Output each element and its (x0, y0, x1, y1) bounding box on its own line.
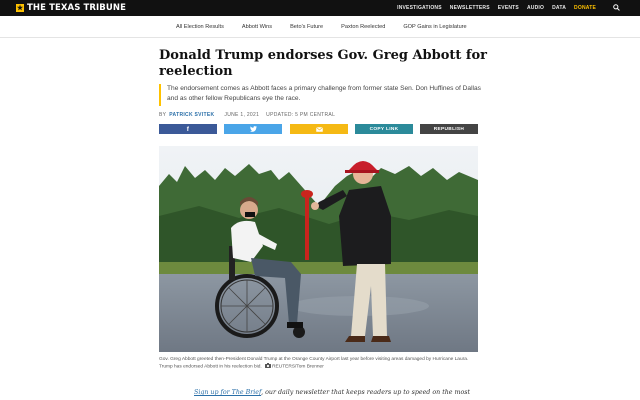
subnav-abbott-wins[interactable]: Abbott Wins (242, 24, 272, 30)
search-icon[interactable] (613, 4, 620, 11)
top-nav-links: INVESTIGATIONS NEWSLETTERS EVENTS AUDIO … (397, 0, 596, 16)
photo-credit: REUTERS/Tom Brenner (272, 364, 324, 370)
nav-audio[interactable]: AUDIO (527, 5, 544, 11)
newsletter-signup-link[interactable]: Sign up for The Brief (194, 389, 261, 396)
publish-date: JUNE 1, 2021 (224, 112, 260, 118)
republish-label: REPUBLISH (433, 126, 465, 132)
republish-button[interactable]: REPUBLISH (420, 124, 478, 134)
nav-investigations[interactable]: INVESTIGATIONS (397, 5, 442, 11)
site-logo[interactable]: ★ THE TEXAS TRIBUNE (16, 3, 126, 13)
email-share-button[interactable] (290, 124, 348, 134)
photo-caption: Gov. Greg Abbott greeted then-President … (159, 356, 481, 371)
twitter-icon (249, 126, 257, 132)
top-nav-bar: ★ THE TEXAS TRIBUNE INVESTIGATIONS NEWSL… (0, 0, 640, 16)
newsletter-promo: Sign up for The Brief, our daily newslet… (194, 389, 494, 396)
byline-prefix: BY (159, 112, 167, 118)
election-subnav: All Election Results Abbott Wins Beto's … (0, 16, 640, 38)
facebook-icon: f (186, 125, 190, 133)
camera-icon (265, 363, 272, 369)
nav-events[interactable]: EVENTS (498, 5, 519, 11)
envelope-icon (315, 126, 323, 132)
subnav-paxton-reelected[interactable]: Paxton Reelected (341, 24, 385, 30)
subnav-gop-gains[interactable]: GOP Gains in Legislature (403, 24, 466, 30)
article-headline: Donald Trump endorses Gov. Greg Abbott f… (159, 48, 488, 79)
site-logo-text: THE TEXAS TRIBUNE (27, 3, 127, 13)
article-summary: The endorsement comes as Abbott faces a … (159, 84, 481, 106)
trump-abbott-photo (159, 146, 478, 352)
copy-link-button[interactable]: COPY LINK (355, 124, 413, 134)
star-logo-icon: ★ (16, 4, 24, 12)
facebook-share-button[interactable]: f (159, 124, 217, 134)
copy-link-label: COPY LINK (369, 126, 399, 132)
subnav-betos-future[interactable]: Beto's Future (290, 24, 323, 30)
updated-time: UPDATED: 5 PM CENTRAL (266, 112, 336, 118)
nav-data[interactable]: DATA (552, 5, 566, 11)
newsletter-promo-text: , our daily newsletter that keeps reader… (261, 389, 471, 396)
subnav-all-election-results[interactable]: All Election Results (176, 24, 224, 30)
nav-newsletters[interactable]: NEWSLETTERS (450, 5, 490, 11)
article-photo (159, 146, 478, 352)
author-link[interactable]: PATRICK SVITEK (169, 112, 214, 118)
twitter-share-button[interactable] (224, 124, 282, 134)
byline: BY PATRICK SVITEK JUNE 1, 2021 UPDATED: … (159, 110, 335, 120)
donate-link[interactable]: DONATE (574, 5, 596, 11)
